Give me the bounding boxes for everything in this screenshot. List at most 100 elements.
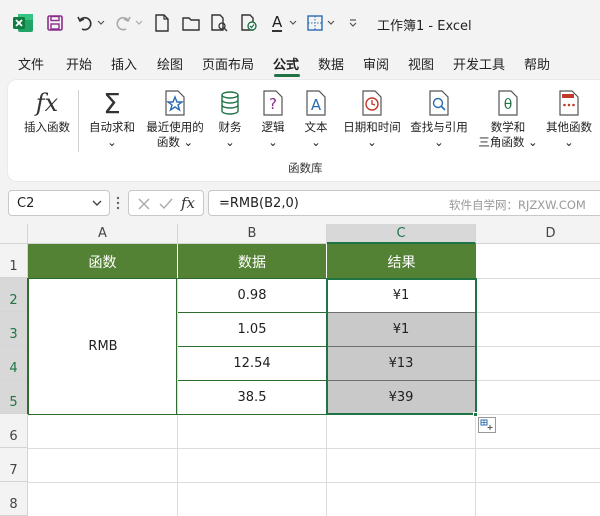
column-header-c[interactable]: C [327,224,476,244]
logical-label: 逻辑 [261,120,285,134]
font-color-icon[interactable]: A [272,13,283,33]
cell-a1[interactable]: 函数 [28,244,178,279]
tab-formulas[interactable]: 公式 [273,54,299,73]
row-header-4[interactable]: 4 [0,346,28,380]
date-time-label: 日期和时间 [343,120,401,134]
row-header-3[interactable]: 3 [0,312,28,346]
row-header-5[interactable]: 5 [0,380,28,414]
tab-draw[interactable]: 绘图 [157,54,183,73]
chevron-down-icon: ⌄ [225,135,235,149]
redo-icon[interactable] [114,13,132,33]
star-icon [142,86,208,120]
print-preview-icon[interactable] [210,13,228,33]
select-all-corner[interactable] [0,224,28,244]
name-box[interactable]: C2 [8,190,110,216]
date-time-button[interactable]: 日期和时间 ⌄ [339,86,405,150]
ribbon: fx 插入函数 Σ 自动求和 ⌄ 最近使用的 函数 ⌄ 财务 ⌄ ? 逻辑 ⌄ … [8,80,600,181]
save-icon[interactable] [46,13,64,33]
chevron-down-icon: ⌄ [367,135,377,149]
math-trig-button[interactable]: θ 数学和 三角函数 ⌄ [476,86,540,150]
font-color-chevron-icon[interactable] [289,13,297,33]
tab-home[interactable]: 开始 [66,54,92,73]
column-header-a[interactable]: A [28,224,178,244]
undo-icon[interactable] [76,13,94,33]
insert-function-button[interactable]: fx 插入函数 [14,86,80,135]
question-mark-icon: ? [254,86,292,120]
row-header-1[interactable]: 1 [0,244,28,278]
lookup-reference-button[interactable]: 查找与引用 ⌄ [407,86,471,150]
recently-used-button[interactable]: 最近使用的 函数 ⌄ [142,86,208,150]
gridline [28,448,600,449]
more-functions-button[interactable]: 其他函数 ⌄ [542,86,596,150]
clock-icon [339,86,405,120]
tab-page-layout[interactable]: 页面布局 [202,54,254,73]
font-color-letter: A [272,13,283,32]
text-label: 文本 [304,120,328,134]
name-box-chevron-icon[interactable] [91,197,103,209]
text-a-icon: A [297,86,335,120]
insert-function-fx-icon[interactable]: fx [181,194,195,212]
column-header-b[interactable]: B [178,224,327,244]
lookup-reference-label: 查找与引用 [410,120,468,134]
tab-data[interactable]: 数据 [318,54,344,73]
selection-range-c2-c5 [326,278,477,415]
borders-icon[interactable] [306,13,324,33]
chevron-down-icon: ⌄ [107,135,117,149]
enter-check-icon[interactable] [159,197,173,211]
tab-review[interactable]: 审阅 [363,54,389,73]
financial-button[interactable]: 财务 ⌄ [211,86,249,150]
column-header-d[interactable]: D [476,224,600,244]
more-functions-label: 其他函数 [546,120,592,134]
borders-chevron-icon[interactable] [327,13,335,33]
cell-b1[interactable]: 数据 [178,244,327,279]
svg-text:θ: θ [504,97,513,113]
name-box-value: C2 [17,196,35,211]
theta-icon: θ [476,86,540,120]
table-inner-line [178,312,326,313]
customize-toolbar-icon[interactable] [348,13,358,33]
text-button[interactable]: A 文本 ⌄ [297,86,335,150]
table-inner-line [178,346,326,347]
undo-dropdown-chevron-icon[interactable] [97,13,105,33]
redo-dropdown-chevron-icon[interactable] [135,13,143,33]
active-tab-indicator [274,74,300,77]
row-header-8[interactable]: 8 [0,482,28,516]
chevron-down-icon: ⌄ [311,135,321,149]
row-header-7[interactable]: 7 [0,448,28,482]
row-header-2[interactable]: 2 [0,278,28,312]
chevron-down-icon: ⌄ [268,135,278,149]
open-folder-icon[interactable] [182,13,200,33]
autosum-button[interactable]: Σ 自动求和 ⌄ [84,86,140,150]
tab-insert[interactable]: 插入 [111,54,137,73]
tab-help[interactable]: 帮助 [524,54,550,73]
recently-used-label-line2: 函数 ⌄ [156,135,194,149]
function-library-group-label: 函数库 [288,161,323,175]
new-file-icon[interactable] [154,13,170,33]
ribbon-separator [78,90,79,152]
math-trig-label: 数学和 [490,120,526,134]
tab-view[interactable]: 视图 [408,54,434,73]
title-bar: A 工作簿1 - Excel [0,0,600,46]
row-header-6[interactable]: 6 [0,414,28,448]
protect-workbook-icon[interactable] [240,13,258,33]
svg-text:?: ? [269,95,277,113]
quick-analysis-icon[interactable] [478,417,496,433]
cell-c1[interactable]: 结果 [327,244,476,279]
recently-used-label: 最近使用的 [146,120,204,134]
more-options-icon[interactable] [116,196,120,213]
math-trig-label-line2: 三角函数 ⌄ [478,135,538,149]
formula-input[interactable]: =RMB(B2,0) 软件自学网：RJZXW.COM [208,190,600,216]
autosum-label: 自动求和 [89,120,135,134]
chevron-down-icon: ⌄ [434,135,444,149]
insert-function-label: 插入函数 [24,120,70,134]
window-title: 工作簿1 - Excel [377,19,472,34]
cancel-icon[interactable] [137,197,151,211]
logical-button[interactable]: ? 逻辑 ⌄ [254,86,292,150]
fx-icon: fx [35,89,59,117]
tab-developer[interactable]: 开发工具 [453,54,505,73]
gridline [28,482,600,483]
financial-label: 财务 [218,120,242,134]
table-inner-line [178,380,326,381]
tab-file[interactable]: 文件 [18,54,44,73]
worksheet-grid[interactable]: A B C D 1 2 3 4 5 6 7 8 函数 数据 结果 RMB 0.9… [0,224,600,516]
